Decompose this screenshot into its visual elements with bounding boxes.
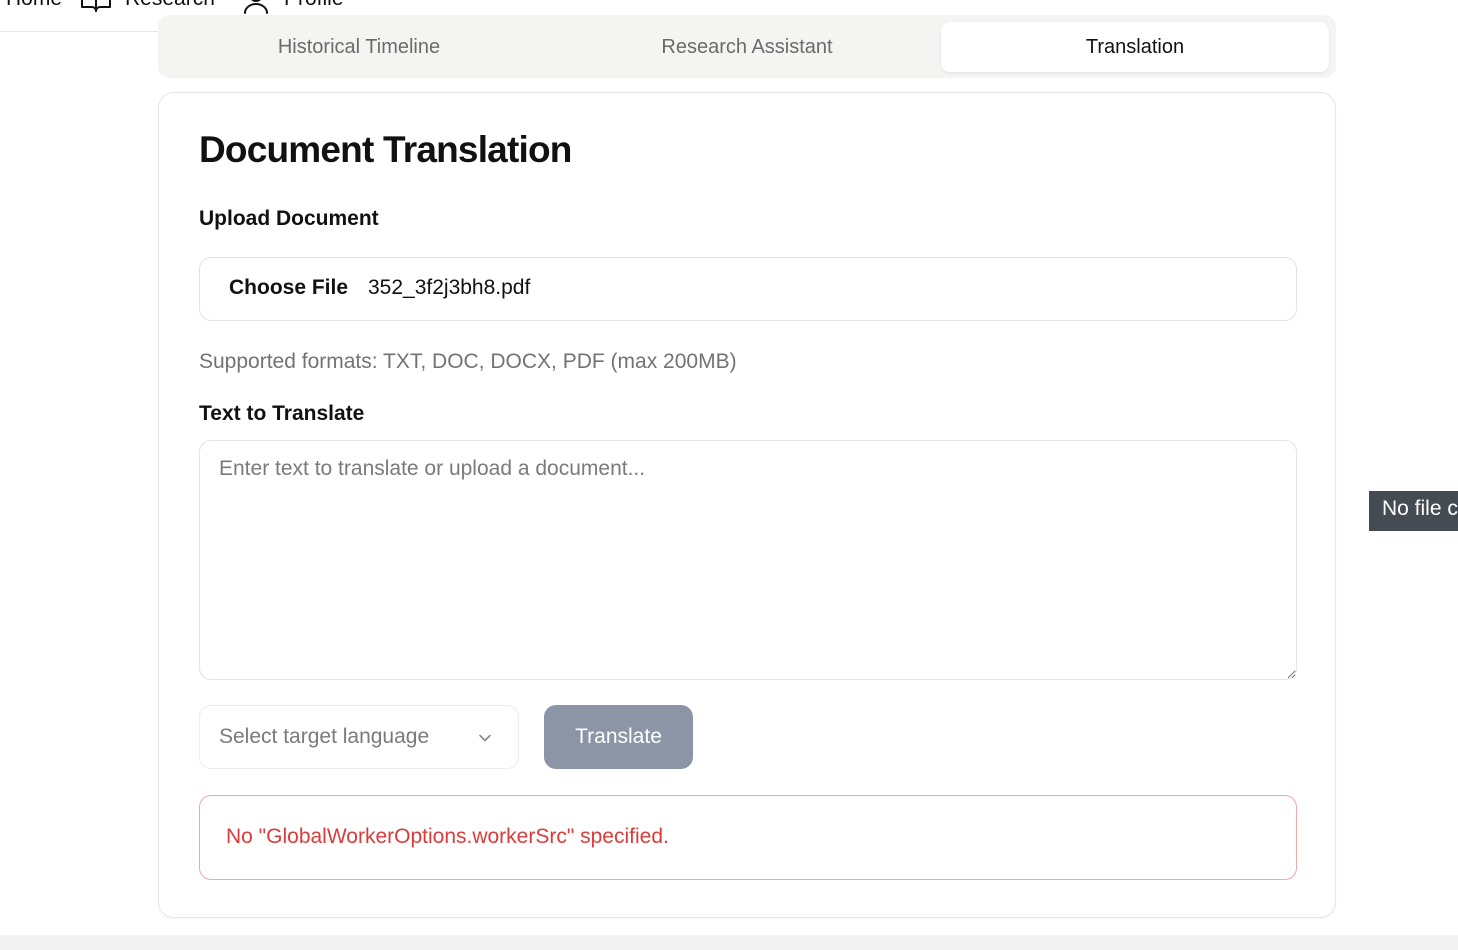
book-icon xyxy=(80,0,112,19)
tab-translation[interactable]: Translation xyxy=(941,22,1329,72)
file-input-tooltip: No file chosen xyxy=(1369,491,1458,531)
tab-historical-timeline[interactable]: Historical Timeline xyxy=(165,22,553,72)
nav-item-research[interactable]: Research xyxy=(125,0,215,11)
file-name: 352_3f2j3bh8.pdf xyxy=(368,276,531,299)
supported-formats-hint: Supported formats: TXT, DOC, DOCX, PDF (… xyxy=(199,350,737,373)
nav-item-home[interactable]: Home xyxy=(6,0,62,11)
translation-card: Document Translation Upload Document Cho… xyxy=(158,92,1336,918)
chevron-down-icon xyxy=(477,730,493,751)
error-message: No "GlobalWorkerOptions.workerSrc" speci… xyxy=(226,825,669,848)
tab-list: Historical Timeline Research Assistant T… xyxy=(158,15,1336,78)
tab-research-assistant[interactable]: Research Assistant xyxy=(553,22,941,72)
error-alert: No "GlobalWorkerOptions.workerSrc" speci… xyxy=(199,795,1297,880)
target-language-select[interactable]: Select target language xyxy=(199,705,519,769)
file-input[interactable]: Choose File 352_3f2j3bh8.pdf xyxy=(199,257,1297,321)
target-language-placeholder: Select target language xyxy=(219,725,430,748)
text-label: Text to Translate xyxy=(199,402,365,425)
text-to-translate-input[interactable] xyxy=(199,440,1297,680)
nav-item-profile[interactable]: Profile xyxy=(284,0,344,11)
page-title: Document Translation xyxy=(199,129,572,170)
upload-label: Upload Document xyxy=(199,207,379,230)
translate-button[interactable]: Translate xyxy=(544,705,693,769)
choose-file-button[interactable]: Choose File xyxy=(229,276,348,300)
page-bottom-band xyxy=(0,935,1458,950)
